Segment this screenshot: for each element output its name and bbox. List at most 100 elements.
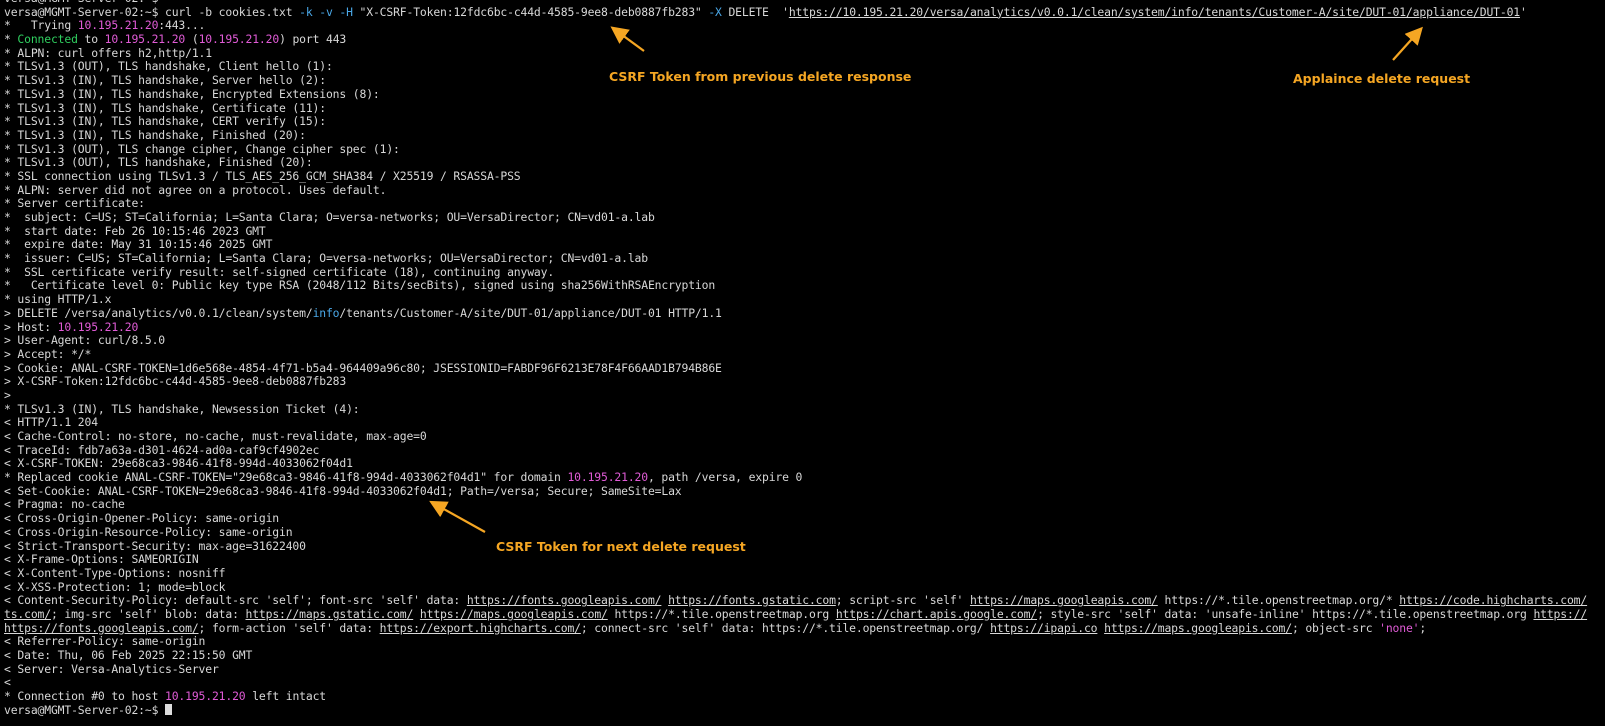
terminal-text: 10.195.21.20: [77, 19, 159, 33]
url-link[interactable]: https://ipapi.co: [990, 622, 1097, 635]
url-link[interactable]: https://code.highcharts.com/: [1399, 594, 1587, 607]
terminal-line: * TLSv1.3 (IN), TLS handshake, CERT veri…: [4, 115, 1605, 129]
terminal-line: < Cross-Origin-Resource-Policy: same-ori…: [4, 526, 1605, 540]
terminal-text: < Strict-Transport-Security: max-age=316…: [4, 539, 306, 553]
terminal-line: * using HTTP/1.x: [4, 293, 1605, 307]
terminal-text: * TLSv1.3 (IN), TLS handshake, Encrypted…: [4, 87, 380, 101]
terminal-text: * TLSv1.3 (IN), TLS handshake, Finished …: [4, 128, 306, 142]
terminal-text: -k -v -H: [299, 5, 353, 19]
terminal-text: ; script-src 'self': [835, 594, 970, 608]
terminal-line: < X-XSS-Protection: 1; mode=block: [4, 581, 1605, 595]
terminal-text: -X: [708, 5, 722, 19]
terminal-text: * subject: C=US; ST=California; L=Santa …: [4, 211, 655, 224]
terminal-text: 10.195.21.20: [567, 471, 648, 485]
terminal-text: versa@MGMT-Server-02:~$: [4, 703, 165, 717]
terminal-line: <: [4, 676, 1605, 690]
terminal-text: <: [4, 676, 11, 690]
terminal-line: < X-CSRF-TOKEN: 29e68ca3-9846-41f8-994d-…: [4, 457, 1605, 471]
url-link[interactable]: https://fonts.googleapis.com/: [4, 622, 199, 635]
terminal-line: < X-Content-Type-Options: nosniff: [4, 567, 1605, 581]
terminal-text: < Cross-Origin-Resource-Policy: same-ori…: [4, 525, 293, 539]
terminal-text: ; object-src: [1291, 621, 1380, 635]
terminal-text: Connected: [17, 33, 78, 47]
terminal-line: < Strict-Transport-Security: max-age=316…: [4, 540, 1605, 554]
terminal-line: ts.com/; img-src 'self' blob: data: http…: [4, 608, 1605, 622]
terminal-line: * Certificate level 0: Public key type R…: [4, 279, 1605, 293]
terminal-text: > Cookie: ANAL-CSRF-TOKEN=1d6e568e-4854-…: [4, 361, 722, 375]
terminal-text: 10.195.21.20: [198, 33, 280, 47]
terminal-line: > X-CSRF-Token:12fdc6bc-c44d-4585-9ee8-d…: [4, 375, 1605, 389]
terminal-line: < TraceId: fdb7a63a-d301-4624-ad0a-caf9c…: [4, 444, 1605, 458]
terminal-text: * TLSv1.3 (IN), TLS handshake, Certifica…: [4, 101, 326, 115]
url-link[interactable]: https://chart.apis.google.com/: [836, 608, 1037, 621]
terminal-text: * TLSv1.3 (OUT), TLS change cipher, Chan…: [4, 142, 400, 156]
terminal-text: < HTTP/1.1 204: [4, 416, 98, 430]
terminal-line: > Accept: */*: [4, 348, 1605, 362]
terminal-text: 10.195.21.20: [57, 320, 139, 334]
terminal-text: * Replaced cookie ANAL-CSRF-TOKEN="29e68…: [4, 471, 568, 485]
terminal-text: versa@MGMT-Server-02:~$: [4, 0, 158, 5]
terminal-line: < Content-Security-Policy: default-src '…: [4, 594, 1605, 608]
terminal-text: < X-Frame-Options: SAMEORIGIN: [4, 553, 199, 567]
terminal-line: * Connected to 10.195.21.20 (10.195.21.2…: [4, 33, 1605, 47]
terminal-text: * TLSv1.3 (IN), TLS handshake, CERT veri…: [4, 115, 326, 129]
terminal-line: * Connection #0 to host 10.195.21.20 lef…: [4, 690, 1605, 704]
terminal-line: * Replaced cookie ANAL-CSRF-TOKEN="29e68…: [4, 471, 1605, 485]
terminal-text: > Host:: [4, 320, 58, 334]
terminal-line: * TLSv1.3 (OUT), TLS handshake, Finished…: [4, 156, 1605, 170]
terminal-line: < HTTP/1.1 204: [4, 416, 1605, 430]
terminal-text: > DELETE /versa/analytics/v0.0.1/clean/s…: [4, 306, 313, 320]
terminal-line: * Trying 10.195.21.20:443...: [4, 19, 1605, 33]
terminal-text: * SSL connection using TLSv1.3 / TLS_AES…: [4, 169, 521, 183]
terminal-line: < Referrer-Policy: same-origin: [4, 635, 1605, 649]
terminal-text: < Referrer-Policy: same-origin: [4, 635, 206, 649]
terminal-line: versa@MGMT-Server-02:~$ curl -b cookies.…: [4, 6, 1605, 20]
terminal-text: * start date: Feb 26 10:15:46 2023 GMT: [4, 224, 266, 238]
terminal-line: * issuer: C=US; ST=California; L=Santa C…: [4, 252, 1605, 266]
terminal-text: < Set-Cookie: ANAL-CSRF-TOKEN=29e68ca3-9…: [4, 484, 682, 498]
terminal-line: * start date: Feb 26 10:15:46 2023 GMT: [4, 225, 1605, 239]
terminal-text: < Cross-Origin-Opener-Policy: same-origi…: [4, 512, 280, 526]
terminal-text: *: [4, 33, 18, 47]
terminal-text: * TLSv1.3 (IN), TLS handshake, Server he…: [4, 74, 326, 88]
annotation-csrf-prev: CSRF Token from previous delete response: [609, 69, 912, 84]
terminal-line: < X-Frame-Options: SAMEORIGIN: [4, 553, 1605, 567]
url-link[interactable]: https://fonts.gstatic.com: [668, 594, 836, 607]
terminal-text: * Server certificate:: [4, 197, 145, 211]
url-link[interactable]: https://export.highcharts.com/: [380, 622, 581, 635]
terminal-line: * expire date: May 31 10:15:46 2025 GMT: [4, 238, 1605, 252]
terminal-text: (: [185, 33, 199, 47]
terminal-text: * ALPN: curl offers h2,http/1.1: [4, 46, 212, 60]
terminal-line: * TLSv1.3 (IN), TLS handshake, Finished …: [4, 129, 1605, 143]
terminal-line: < Pragma: no-cache: [4, 498, 1605, 512]
url-link[interactable]: https://maps.googleapis.com/: [420, 608, 608, 621]
url-link[interactable]: ts.com/: [4, 608, 51, 621]
terminal-line: https://fonts.googleapis.com/; form-acti…: [4, 622, 1605, 636]
terminal-text: 10.195.21.20: [165, 690, 246, 704]
terminal-text: ; connect-src 'self' data: https://*.til…: [580, 621, 991, 635]
terminal-text: to: [77, 33, 105, 47]
terminal-text: < Server: Versa-Analytics-Server: [4, 662, 219, 676]
terminal-line: < Cross-Origin-Opener-Policy: same-origi…: [4, 512, 1605, 526]
terminal-text: > Accept: */*: [4, 347, 92, 361]
url-link[interactable]: https://: [1533, 608, 1587, 621]
annotation-appliance-delete: Applaince delete request: [1293, 71, 1471, 86]
terminal-output[interactable]: versa@MGMT-Server-02:~$versa@MGMT-Server…: [4, 0, 1605, 717]
terminal-line: * SSL certificate verify result: self-si…: [4, 266, 1605, 280]
terminal-line: * ALPN: server did not agree on a protoc…: [4, 184, 1605, 198]
url-link[interactable]: https://maps.googleapis.com/: [1104, 622, 1292, 635]
terminal-text: ;: [1419, 621, 1427, 635]
terminal-line: * Server certificate:: [4, 197, 1605, 211]
url-link[interactable]: https://maps.gstatic.com/: [246, 608, 414, 621]
url-link[interactable]: https://fonts.googleapis.com/: [467, 594, 662, 607]
terminal-text: versa@MGMT-Server-02:~$ curl -b cookies.…: [4, 5, 300, 19]
terminal-text: , path /versa, expire 0: [647, 471, 803, 485]
terminal-text: 10.195.21.20: [104, 33, 186, 47]
terminal-text: >: [4, 388, 11, 402]
terminal-text: info: [312, 306, 340, 320]
terminal-line: >: [4, 389, 1605, 403]
terminal-text: * Trying: [4, 19, 78, 33]
url-link[interactable]: https://10.195.21.20/versa/analytics/v0.…: [789, 6, 1520, 19]
url-link[interactable]: https://maps.googleapis.com/: [970, 594, 1158, 607]
